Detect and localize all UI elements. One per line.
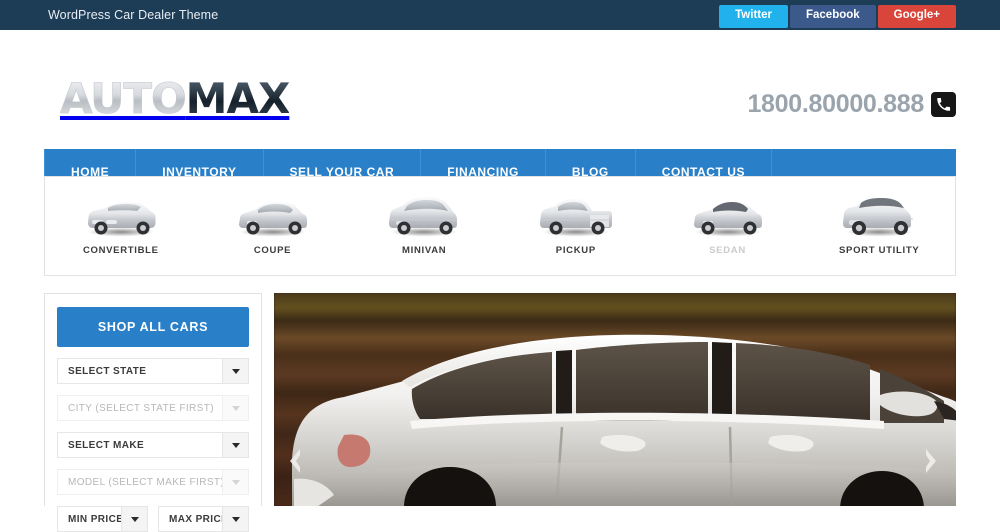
site-logo[interactable]: AUTOMAX: [60, 77, 291, 120]
slider-next-button[interactable]: [920, 445, 942, 477]
hero-slider[interactable]: [274, 293, 956, 506]
select-make-label: SELECT MAKE: [68, 439, 145, 451]
min-price-label: MIN PRICE: [68, 513, 124, 525]
category-sedan[interactable]: SEDAN: [652, 177, 804, 275]
car-minivan-icon: [382, 190, 466, 238]
max-price-dropdown[interactable]: MAX PRICE: [158, 506, 249, 532]
logo-text-max: MAX: [185, 74, 291, 123]
category-label: MINIVAN: [402, 245, 447, 256]
select-model-dropdown[interactable]: MODEL (SELECT MAKE FIRST): [57, 469, 249, 495]
inventory-search-sidebar: SHOP ALL CARS SELECT STATE CITY (SELECT …: [44, 293, 262, 532]
chevron-down-icon: [222, 359, 248, 383]
top-bar: WordPress Car Dealer Theme Twitter Faceb…: [0, 0, 1000, 30]
category-label: SPORT UTILITY: [839, 245, 920, 256]
logo-text-auto: AUTO: [60, 74, 187, 123]
category-label: SEDAN: [709, 245, 746, 256]
chevron-down-icon: [222, 433, 248, 457]
category-minivan[interactable]: MINIVAN: [348, 177, 500, 275]
min-price-dropdown[interactable]: MIN PRICE: [57, 506, 148, 532]
phone-block[interactable]: 1800.80000.888: [747, 90, 956, 119]
select-model-label: MODEL (SELECT MAKE FIRST): [68, 476, 225, 488]
category-coupe[interactable]: COUPE: [197, 177, 349, 275]
max-price-label: MAX PRICE: [169, 513, 229, 525]
chevron-down-icon: [222, 507, 248, 531]
category-sport-utility[interactable]: SPORT UTILITY: [803, 177, 955, 275]
chevron-down-icon: [222, 396, 248, 420]
twitter-button[interactable]: Twitter: [719, 5, 788, 28]
silver-suv-photo: [292, 334, 956, 506]
category-convertible[interactable]: CONVERTIBLE: [45, 177, 197, 275]
car-pickup-icon: [534, 190, 618, 238]
select-city-label: CITY (SELECT STATE FIRST): [68, 402, 214, 414]
price-range-row: MIN PRICE MAX PRICE: [57, 495, 249, 532]
select-city-dropdown[interactable]: CITY (SELECT STATE FIRST): [57, 395, 249, 421]
site-header: AUTOMAX 1800.80000.888 HOME INVENTORY SE…: [0, 30, 1000, 195]
category-label: CONVERTIBLE: [82, 245, 159, 256]
google-plus-button[interactable]: Google+: [877, 5, 956, 28]
vehicle-type-panel: CONVERTIBLE COUPE MINIVAN PICKUP SEDAN S…: [44, 176, 956, 276]
phone-number: 1800.80000.888: [747, 90, 924, 118]
slider-prev-button[interactable]: [284, 445, 306, 477]
chevron-down-icon: [222, 470, 248, 494]
car-convertible-icon: [79, 190, 163, 238]
select-make-dropdown[interactable]: SELECT MAKE: [57, 432, 249, 458]
chevron-down-icon: [121, 507, 147, 531]
car-coupe-icon: [231, 190, 315, 238]
category-label: PICKUP: [555, 245, 596, 256]
social-links: Twitter Facebook Google+: [719, 5, 956, 28]
category-pickup[interactable]: PICKUP: [500, 177, 652, 275]
car-sedan-icon: [686, 190, 770, 238]
facebook-button[interactable]: Facebook: [789, 5, 876, 28]
car-suv-icon: [837, 190, 921, 238]
site-tagline: WordPress Car Dealer Theme: [48, 8, 219, 22]
chevron-left-icon: [287, 448, 303, 474]
shop-all-cars-button[interactable]: SHOP ALL CARS: [57, 307, 249, 347]
select-state-label: SELECT STATE: [68, 365, 147, 377]
category-label: COUPE: [253, 245, 292, 256]
chevron-right-icon: [923, 448, 939, 474]
select-state-dropdown[interactable]: SELECT STATE: [57, 358, 249, 384]
phone-icon: [931, 92, 956, 117]
